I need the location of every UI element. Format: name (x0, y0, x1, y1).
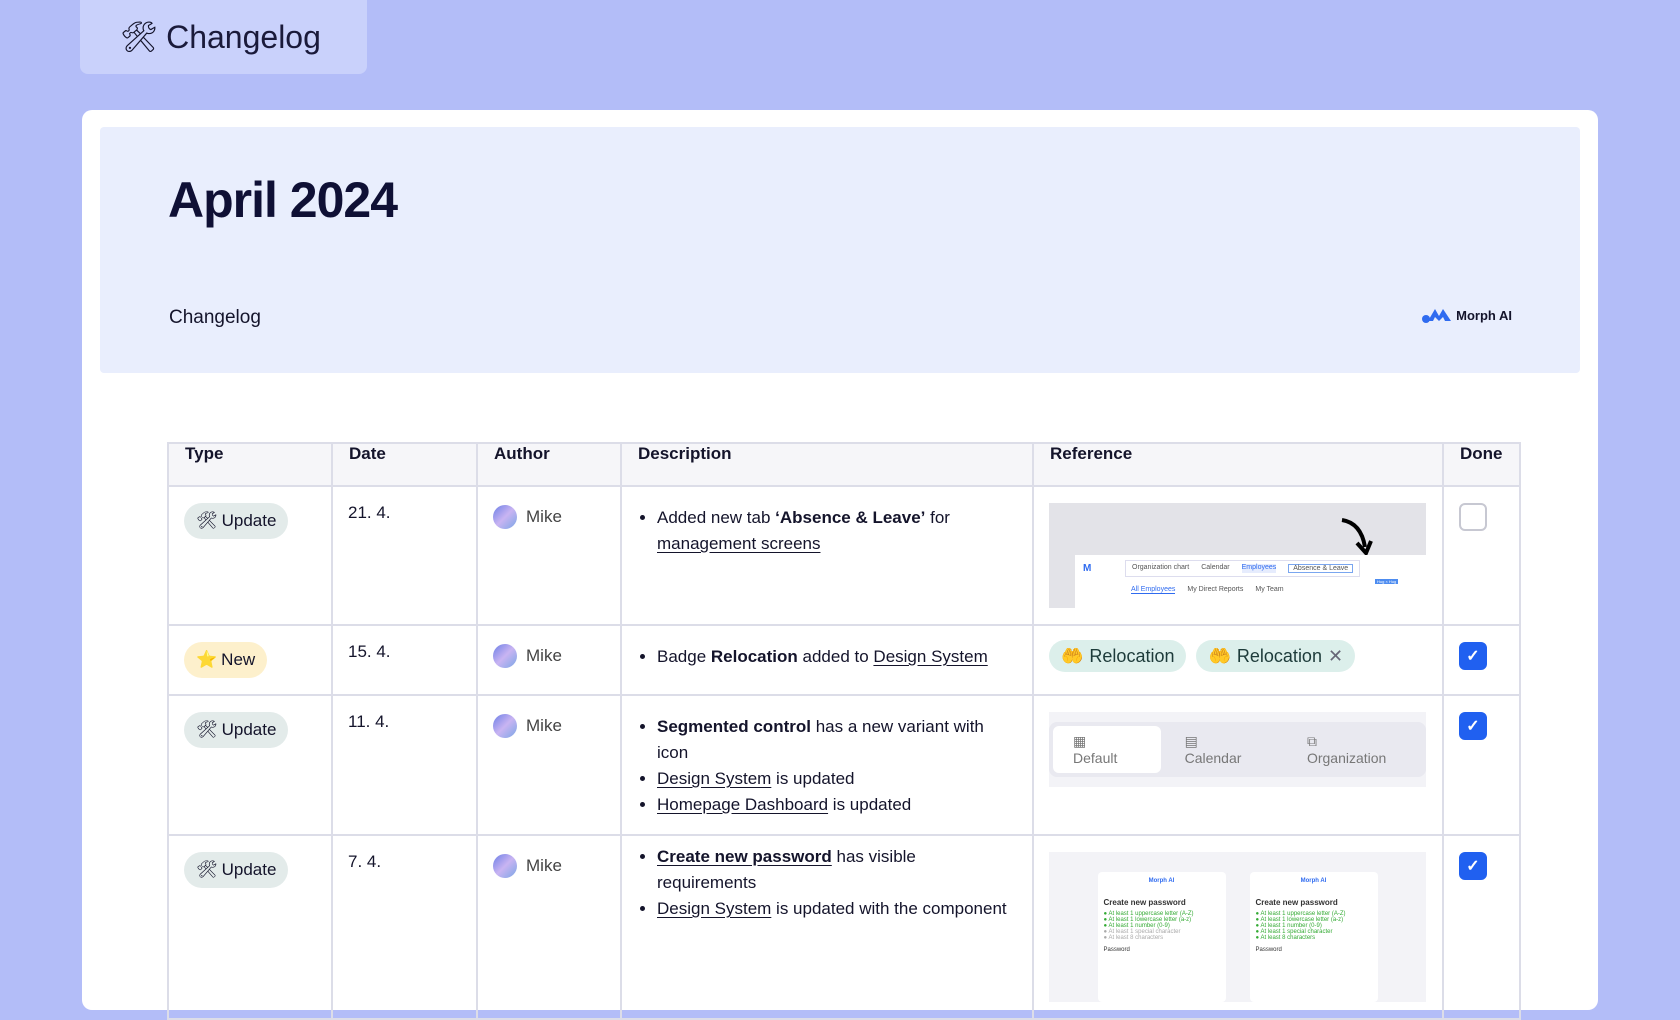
header-banner: April 2024 Changelog Morph AI (100, 127, 1580, 373)
hammer-and-wrench-icon: 🛠 (196, 720, 218, 739)
hammer-and-wrench-icon: 🛠 (196, 511, 218, 530)
author[interactable]: Mike (493, 854, 605, 878)
table-row: 🛠Update 11. 4. Mike Segmented control ha… (167, 694, 1521, 836)
done-checkbox[interactable]: ✓ (1459, 852, 1487, 880)
description: Create new password has visible requirem… (637, 844, 1017, 922)
tab-label: Changelog (166, 18, 321, 55)
done-checkbox[interactable] (1459, 503, 1487, 531)
done-checkbox[interactable]: ✓ (1459, 642, 1487, 670)
close-icon: ✕ (1327, 645, 1344, 666)
col-done: Done (1442, 442, 1521, 487)
avatar (493, 644, 517, 668)
star-icon: ⭐ (196, 650, 218, 669)
reference-image-tabs[interactable]: M Organization chart Calendar Employees Abs… (1049, 503, 1426, 608)
morph-ai-logo: Morph AI (1422, 307, 1512, 323)
link-management-screens[interactable]: management screens (657, 534, 820, 553)
link-create-new-password[interactable]: Create new password (657, 847, 832, 866)
hammer-and-wrench-icon: 🛠 (196, 860, 218, 879)
changelog-tab[interactable]: 🛠 Changelog (80, 0, 367, 74)
relocation-badge-removable: 🤲 Relocation ✕ (1196, 640, 1356, 672)
done-checkbox[interactable]: ✓ (1459, 712, 1487, 740)
table-row: 🛠Update 21. 4. Mike Added new tab ‘Absen… (167, 485, 1521, 626)
link-design-system[interactable]: Design System (657, 899, 771, 918)
link-homepage-dashboard[interactable]: Homepage Dashboard (657, 795, 828, 814)
link-design-system[interactable]: Design System (657, 769, 771, 788)
table-row: ⭐New 15. 4. Mike Badge Relocation added … (167, 624, 1521, 696)
type-badge-update[interactable]: 🛠 Update (184, 503, 289, 539)
reference-password-screens[interactable]: Morph AI Create new password ● At least 1… (1049, 852, 1426, 1002)
author[interactable]: Mike (493, 714, 605, 738)
type-badge-update[interactable]: 🛠 Update (184, 712, 289, 748)
hands-heart-icon: 🤲 (1061, 645, 1084, 666)
avatar (493, 714, 517, 738)
col-description: Description (620, 442, 1034, 487)
reference-segmented-control[interactable]: ▦ Default ▤ Calendar ⧉ Organization (1049, 712, 1426, 787)
link-design-system[interactable]: Design System (873, 647, 987, 666)
date: 7. 4. (331, 834, 478, 1020)
description: Segmented control has a new variant with… (637, 714, 1017, 818)
date: 15. 4. (331, 624, 478, 696)
morph-logo-icon (1422, 309, 1452, 323)
type-badge-update[interactable]: 🛠 Update (184, 852, 289, 888)
col-type: Type (167, 442, 333, 487)
description: Badge Relocation added to Design System (637, 644, 1017, 670)
col-date: Date (331, 442, 478, 487)
table-row: 🛠Update 7. 4. Mike Create new password h… (167, 834, 1521, 1020)
type-badge-new[interactable]: ⭐ New (184, 642, 268, 678)
hammer-and-wrench-icon: 🛠 (120, 20, 159, 54)
table-header: Type Date Author Description Reference D… (167, 442, 1521, 487)
page-card: April 2024 Changelog Morph AI Type Date … (82, 110, 1598, 1020)
col-reference: Reference (1032, 442, 1444, 487)
page-title: April 2024 (168, 172, 398, 228)
avatar (493, 505, 517, 529)
relocation-badge: 🤲 Relocation (1049, 640, 1187, 672)
hands-heart-icon: 🤲 (1208, 645, 1231, 666)
arrow-icon (1341, 518, 1373, 557)
page-subtitle: Changelog (169, 307, 261, 328)
date: 21. 4. (331, 485, 478, 626)
description: Added new tab ‘Absence & Leave’ for mana… (637, 505, 1017, 557)
changelog-table: Type Date Author Description Reference D… (167, 442, 1521, 1020)
col-author: Author (476, 442, 622, 487)
author[interactable]: Mike (493, 505, 605, 529)
avatar (493, 854, 517, 878)
date: 11. 4. (331, 694, 478, 836)
author[interactable]: Mike (493, 644, 605, 668)
